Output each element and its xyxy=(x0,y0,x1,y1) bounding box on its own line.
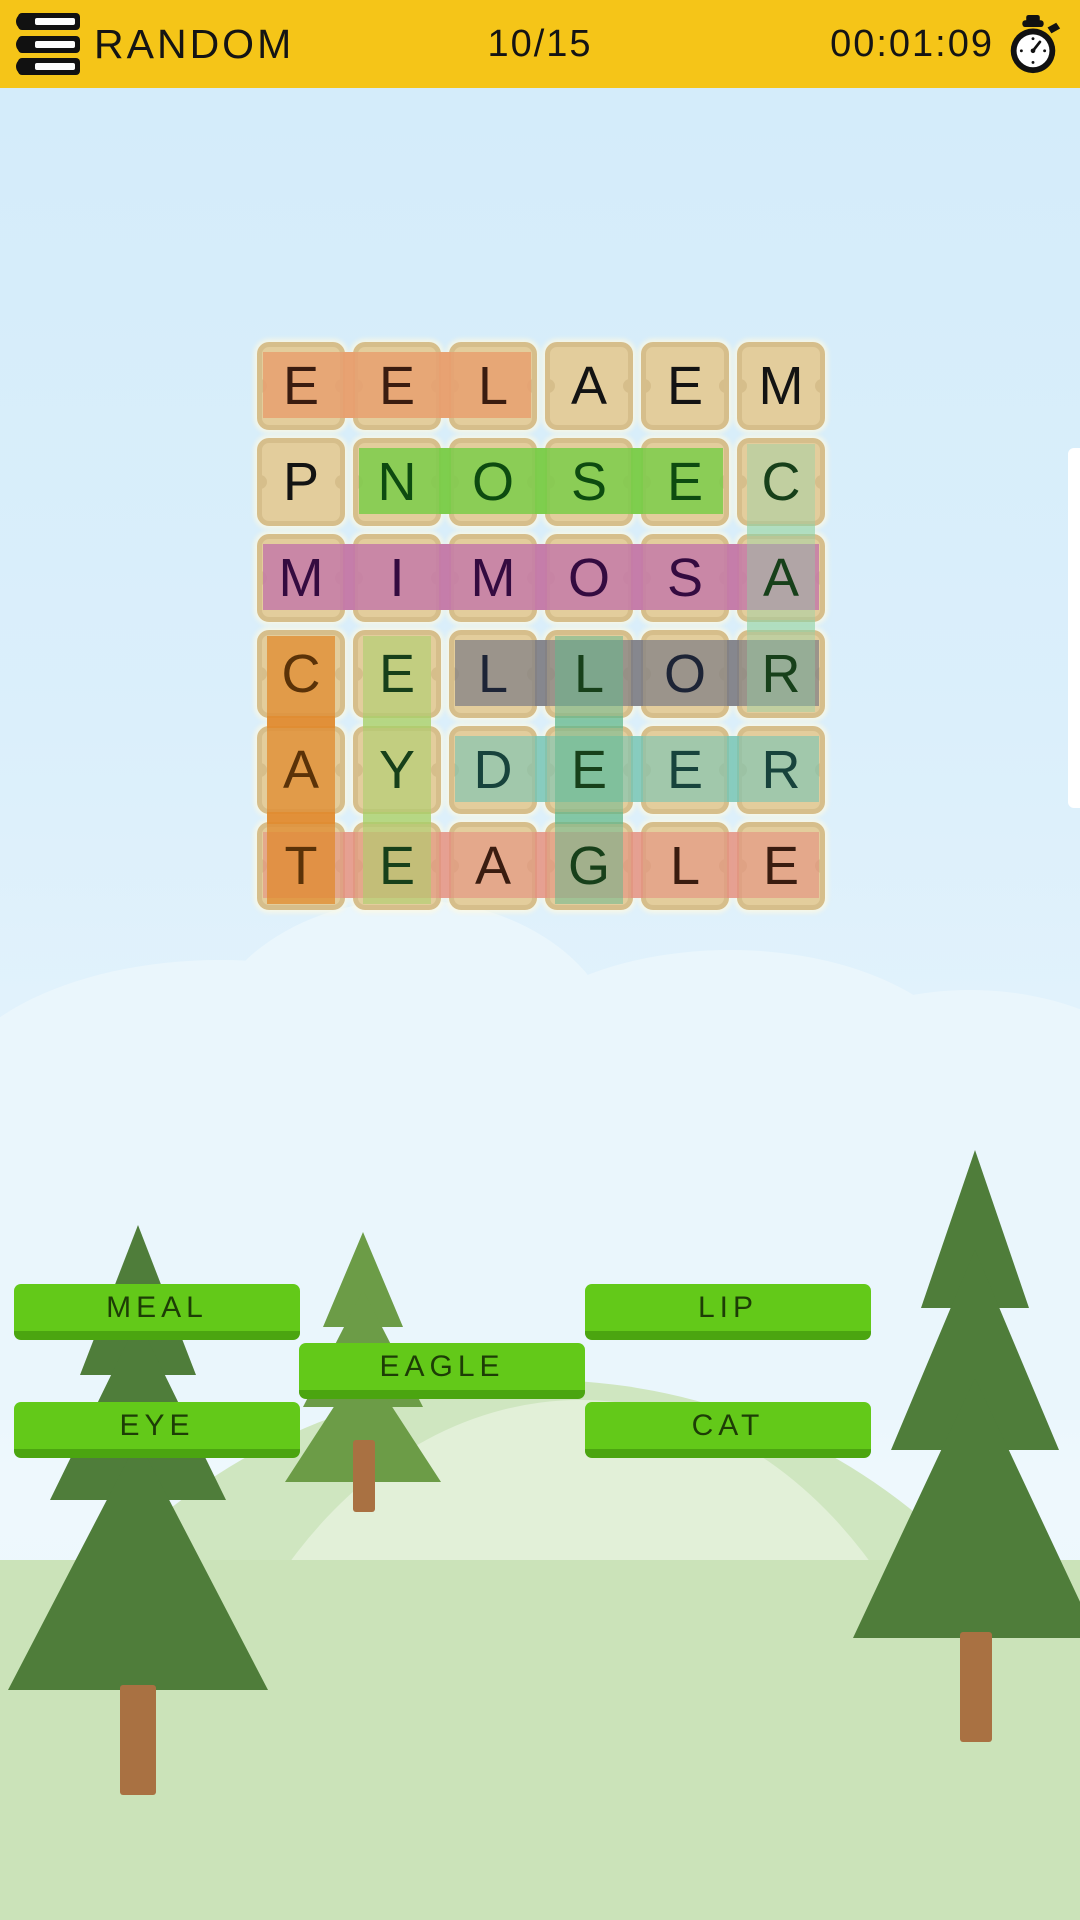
letter-glyph: R xyxy=(761,740,801,800)
letter-cell-r5-c4[interactable]: L xyxy=(631,818,739,914)
letter-glyph: Y xyxy=(378,740,416,800)
letter-glyph: A xyxy=(474,836,512,896)
timer-group: 00:01:09 xyxy=(830,13,1064,75)
menu-line xyxy=(16,13,80,30)
letter-cell-r3-c5[interactable]: R xyxy=(727,620,829,722)
letter-cell-r4-c2[interactable]: D xyxy=(445,722,547,818)
letter-cell-r5-c0[interactable]: T xyxy=(253,812,355,914)
letter-glyph: C xyxy=(281,644,321,704)
letter-cell-r4-c3[interactable]: E xyxy=(535,716,643,824)
word-search-board[interactable]: EELAEMPNOSECMIMOSACELLORAYDEERTEAGLE xyxy=(253,338,829,914)
letter-glyph: L xyxy=(477,644,509,704)
letter-glyph: E xyxy=(762,836,800,896)
letter-cell-r2-c4[interactable]: S xyxy=(631,530,739,626)
tree-foliage-icon xyxy=(853,1150,1080,1638)
letter-glyph: M xyxy=(758,356,804,416)
tree-right-large xyxy=(845,1150,1080,1742)
letter-glyph: A xyxy=(570,356,608,416)
found-word-button-eagle[interactable]: EAGLE xyxy=(299,1343,585,1399)
letter-cell-r1-c3[interactable]: S xyxy=(535,434,643,530)
menu-bullet xyxy=(16,35,33,53)
letter-grid[interactable]: EELAEMPNOSECMIMOSACELLORAYDEERTEAGLE xyxy=(253,338,829,914)
letter-cell-r2-c1[interactable]: I xyxy=(343,530,451,626)
letter-cell-r0-c0[interactable]: E xyxy=(253,338,355,434)
letter-glyph: S xyxy=(570,452,608,512)
letter-cell-r2-c3[interactable]: O xyxy=(535,530,643,626)
letter-cell-r0-c4[interactable]: E xyxy=(637,338,733,434)
letter-glyph: C xyxy=(761,452,801,512)
letter-glyph: E xyxy=(378,836,416,896)
letter-glyph: O xyxy=(663,644,706,704)
letter-glyph: E xyxy=(378,644,416,704)
letter-glyph: O xyxy=(567,548,610,608)
letter-glyph: P xyxy=(282,452,320,512)
letter-cell-r4-c4[interactable]: E xyxy=(631,722,739,818)
stopwatch-icon xyxy=(1010,14,1061,74)
letter-cell-r5-c5[interactable]: E xyxy=(727,818,829,914)
letter-cell-r5-c3[interactable]: G xyxy=(535,812,643,914)
scene-background xyxy=(0,0,1080,1920)
letter-cell-r4-c1[interactable]: Y xyxy=(349,716,445,824)
letter-glyph: M xyxy=(278,548,324,608)
menu-line xyxy=(16,35,80,53)
letter-cell-r3-c2[interactable]: L xyxy=(445,626,547,722)
letter-cell-r2-c2[interactable]: M xyxy=(439,530,547,626)
letter-glyph: M xyxy=(470,548,516,608)
letter-cell-r5-c1[interactable]: E xyxy=(343,812,451,914)
letter-glyph: E xyxy=(666,356,704,416)
letter-glyph: I xyxy=(389,548,405,608)
letter-cell-r3-c0[interactable]: C xyxy=(253,626,349,728)
found-word-button-eye[interactable]: EYE xyxy=(14,1402,300,1458)
letter-glyph: E xyxy=(570,740,608,800)
menu-bar xyxy=(35,18,75,25)
letter-glyph: T xyxy=(284,836,318,896)
menu-line xyxy=(16,58,80,75)
letter-glyph: L xyxy=(477,356,509,416)
letter-cell-r2-c0[interactable]: M xyxy=(253,530,355,626)
letter-glyph: N xyxy=(377,452,417,512)
letter-glyph: E xyxy=(666,452,704,512)
menu-bullet xyxy=(16,13,33,30)
letter-cell-r3-c1[interactable]: E xyxy=(349,626,445,728)
page-title: RANDOM xyxy=(94,20,295,67)
letter-glyph: A xyxy=(762,548,800,608)
letter-cell-r4-c5[interactable]: R xyxy=(727,722,829,818)
letter-glyph: R xyxy=(761,644,801,704)
letter-glyph: O xyxy=(471,452,514,512)
letter-cell-r1-c0[interactable]: P xyxy=(253,434,349,530)
menu-bar xyxy=(35,63,75,70)
letter-glyph: G xyxy=(567,836,610,896)
letter-cell-r3-c4[interactable]: O xyxy=(631,626,739,722)
letter-glyph: E xyxy=(282,356,320,416)
letter-glyph: E xyxy=(378,356,416,416)
found-word-button-meal[interactable]: MEAL xyxy=(14,1284,300,1340)
timer-value: 00:01:09 xyxy=(830,22,994,65)
letter-glyph: S xyxy=(666,548,704,608)
letter-cell-r2-c5[interactable]: A xyxy=(727,524,829,632)
letter-cell-r0-c2[interactable]: L xyxy=(439,338,541,434)
letter-cell-r3-c3[interactable]: L xyxy=(535,626,643,728)
letter-glyph: D xyxy=(473,740,513,800)
letter-glyph: L xyxy=(573,644,605,704)
letter-cell-r1-c2[interactable]: O xyxy=(439,434,547,530)
letter-cell-r0-c1[interactable]: E xyxy=(343,338,451,434)
letter-cell-r5-c2[interactable]: A xyxy=(439,818,547,914)
found-word-button-cat[interactable]: CAT xyxy=(585,1402,871,1458)
letter-cell-r1-c5[interactable]: C xyxy=(733,434,829,536)
letter-cell-r4-c0[interactable]: A xyxy=(253,716,349,824)
letter-glyph: E xyxy=(666,740,704,800)
scrollbar-indicator[interactable] xyxy=(1068,448,1080,808)
found-word-button-lip[interactable]: LIP xyxy=(585,1284,871,1340)
menu-bullet xyxy=(16,58,33,75)
letter-cell-r1-c4[interactable]: E xyxy=(631,434,733,530)
letter-glyph: A xyxy=(282,740,320,800)
letter-cell-r0-c3[interactable]: A xyxy=(541,338,637,434)
letter-glyph: L xyxy=(669,836,701,896)
list-menu-icon[interactable] xyxy=(16,13,80,75)
menu-bar xyxy=(35,40,75,48)
letter-cell-r0-c5[interactable]: M xyxy=(733,338,829,434)
app-header: RANDOM 10/15 00:01:09 xyxy=(0,0,1080,88)
letter-cell-r1-c1[interactable]: N xyxy=(349,434,451,530)
